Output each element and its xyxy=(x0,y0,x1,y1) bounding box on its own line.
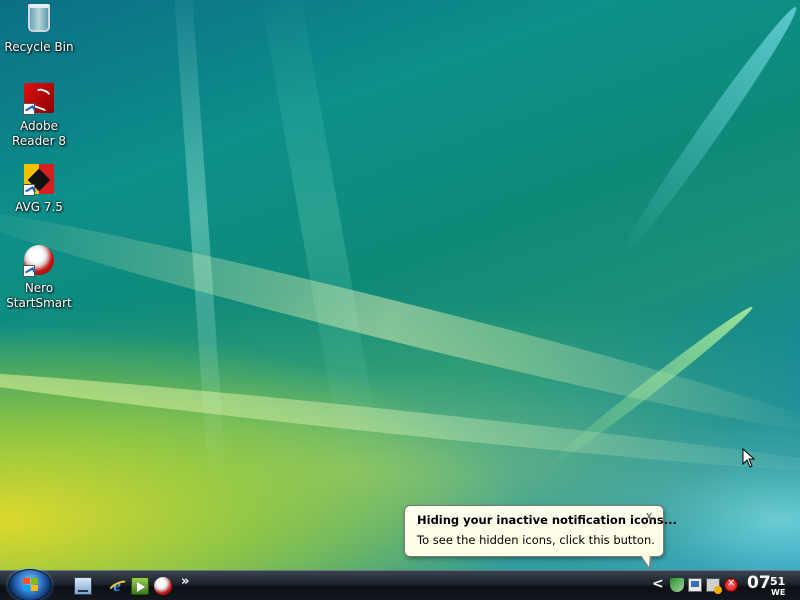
shortcut-arrow-icon xyxy=(23,265,35,277)
wallpaper-streak xyxy=(0,191,800,449)
desktop-icon-recycle-bin[interactable]: Recycle Bin xyxy=(0,2,78,55)
wallpaper-streak xyxy=(615,1,800,259)
taskbar: e » < 07 51 WE xyxy=(0,569,800,600)
nero-quicklaunch-icon[interactable] xyxy=(154,577,172,595)
desktop-icon-label: Recycle Bin xyxy=(4,40,74,54)
desktop-icon-adobe-reader[interactable]: Adobe Reader 8 xyxy=(0,82,78,149)
security-center-icon[interactable] xyxy=(706,578,722,594)
desktop-icon-label: Adobe Reader 8 xyxy=(12,119,66,148)
shield-icon[interactable] xyxy=(670,578,684,592)
desktop-icon-nero-startsmart[interactable]: Nero StartSmart xyxy=(0,244,78,311)
show-hidden-icons-button[interactable]: < xyxy=(652,576,664,592)
media-center-icon[interactable] xyxy=(131,577,149,595)
shortcut-arrow-icon xyxy=(23,184,35,196)
wallpaper-streak xyxy=(543,301,757,473)
clock[interactable]: 07 51 WE xyxy=(747,573,785,597)
notification-balloon[interactable]: Hiding your inactive notification icons.… xyxy=(404,505,677,557)
wallpaper-streak xyxy=(0,360,800,484)
avg-icon xyxy=(23,164,55,196)
wallpaper-streak xyxy=(258,0,382,460)
wallpaper-streak xyxy=(171,0,227,480)
clock-minute: 51 xyxy=(770,575,786,588)
close-icon[interactable]: x xyxy=(642,509,656,523)
desktop-icon-avg[interactable]: AVG 7.5 xyxy=(0,163,78,215)
show-desktop-icon[interactable] xyxy=(74,577,92,595)
avg-tray-icon[interactable] xyxy=(724,578,738,592)
quick-launch-more-button[interactable]: » xyxy=(181,574,189,589)
start-button[interactable] xyxy=(8,569,52,600)
desktop-icon-label: Nero StartSmart xyxy=(6,281,72,310)
network-icon[interactable] xyxy=(688,578,702,592)
clock-hour: 07 xyxy=(747,573,771,593)
nero-icon xyxy=(23,245,55,277)
balloon-title: Hiding your inactive notification icons.… xyxy=(417,513,677,527)
recycle-bin-icon xyxy=(23,4,55,36)
desktop-icon-label: AVG 7.5 xyxy=(15,200,63,214)
balloon-tail xyxy=(641,555,650,567)
adobe-reader-icon xyxy=(23,83,55,115)
shortcut-arrow-icon xyxy=(23,103,35,115)
clock-day: WE xyxy=(771,588,786,597)
windows-logo-icon xyxy=(23,578,39,592)
internet-explorer-icon[interactable]: e xyxy=(108,577,126,595)
balloon-text: To see the hidden icons, click this butt… xyxy=(417,533,655,547)
